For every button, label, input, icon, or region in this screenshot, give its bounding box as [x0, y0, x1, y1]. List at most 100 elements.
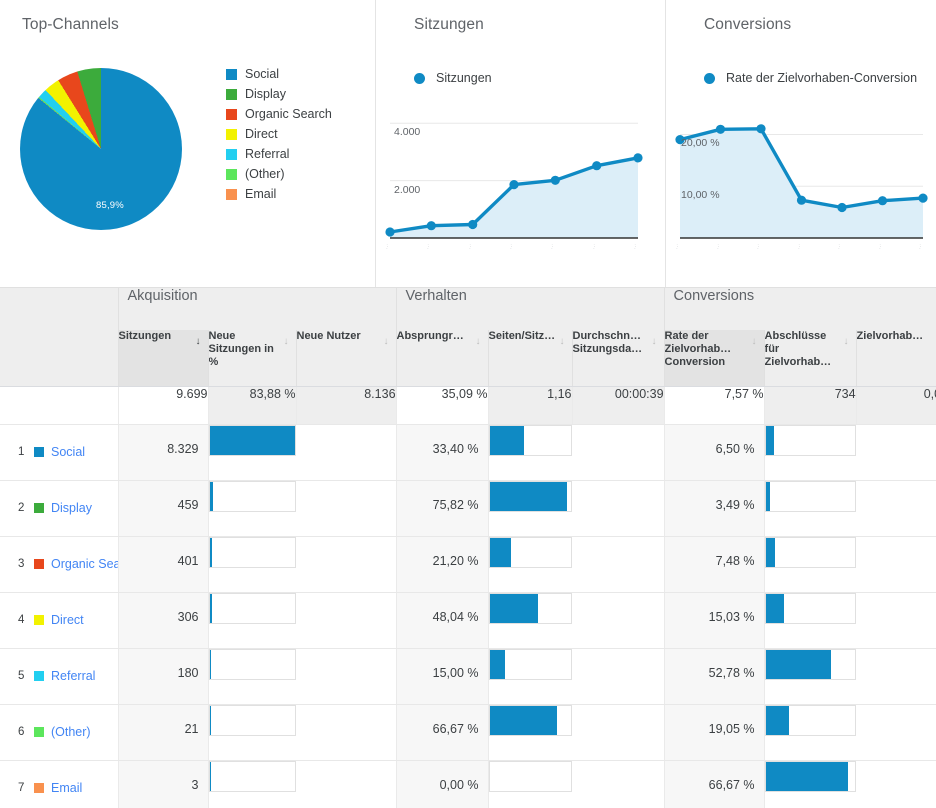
group-akquisition: Akquisition [117, 288, 397, 330]
table-row[interactable]: 7 Email 3 0,00 % 66,67 % [0, 760, 936, 808]
column-header-3[interactable]: Neue Nutzer ↓ [295, 330, 397, 387]
cell-absprungrate-bar-track [489, 536, 573, 568]
sort-arrow-icon[interactable]: ↓ [652, 337, 657, 347]
channel-name-link[interactable]: (Other) [51, 725, 91, 739]
pie-legend-label: (Other) [245, 167, 285, 181]
cell-sitzungsdauer [572, 480, 665, 537]
cell-neue-sitzungen-bar-track [209, 760, 296, 792]
y-axis-tick-label: 4.000 [394, 126, 421, 139]
cell-conversion-rate-bar [763, 424, 857, 481]
table-row[interactable]: 4 Direct 306 48,04 % 15,03 % [0, 592, 936, 649]
pie-legend-label: Social [245, 67, 280, 81]
dimension-wrapper: 5 Referral [10, 649, 118, 704]
column-header-4[interactable]: Absprungr… ↓ [395, 330, 489, 387]
sort-arrow-icon[interactable]: ↓ [476, 337, 481, 347]
cell-sitzungsdauer [572, 704, 665, 761]
channel-name-link[interactable]: Social [51, 445, 85, 459]
row-rank: 5 [18, 670, 25, 682]
pie-chart: 85,9% [20, 68, 182, 230]
channel-name-link[interactable]: Direct [51, 613, 84, 627]
column-header-7[interactable]: Rate der Zielvorhab… Conversion ↓ [663, 330, 765, 387]
pie-legend-item[interactable]: Display [226, 84, 371, 104]
column-header-9[interactable]: Zielvorhab…↓ [855, 330, 936, 387]
table-row[interactable]: 1 Social 8.329 33,40 % 6,50 % [0, 424, 936, 481]
column-header-label: Sitzungen [118, 330, 172, 342]
pie-legend-item[interactable]: Direct [226, 124, 371, 144]
table-column-header-row: Sitzungen ↓ Neue Sitzungen in % ↓ Neue Nutze… [0, 330, 936, 387]
cell-sitzungen: 8.329 [117, 424, 208, 481]
column-header-8[interactable]: Abschlüsse für Zielvorhab… ↓ [763, 330, 857, 387]
row-dimension-cell: 3 Organic Sear [0, 536, 118, 593]
pie-legend-item[interactable]: (Other) [226, 164, 371, 184]
channel-name-link[interactable]: Referral [51, 669, 95, 683]
cell-neue-sitzungen-bar-fill [209, 705, 211, 735]
cell-neue-nutzer [296, 760, 397, 808]
sort-arrow-icon[interactable]: ↓ [752, 337, 757, 347]
cell-absprungrate-bar [487, 480, 573, 537]
sort-arrow-icon[interactable]: ↓ [284, 337, 289, 347]
cell-neue-sitzungen-bar-track [209, 536, 296, 568]
column-header-1[interactable]: Sitzungen ↓ [117, 330, 208, 387]
sessions-area-chart [376, 96, 665, 256]
cell-absprungrate-bar-track [489, 480, 573, 512]
cell-absprungrate-bar-fill [489, 481, 567, 511]
cell-conversion-rate-bar-track [765, 760, 857, 792]
sort-arrow-icon[interactable]: ↓ [196, 337, 201, 347]
row-rank: 7 [18, 782, 25, 794]
pie-legend-item[interactable]: Email [226, 184, 371, 204]
cell-neue-nutzer [296, 424, 397, 481]
cell-absprungrate-bar-fill [489, 537, 512, 567]
legend-swatch-icon [226, 128, 237, 140]
pie-legend-item[interactable]: Organic Search [226, 104, 371, 124]
legend-swatch-icon [226, 88, 237, 100]
pie-legend-label: Display [245, 87, 286, 101]
pie-legend-label: Email [245, 187, 277, 201]
table-row[interactable]: 2 Display 459 75,82 % 3,49 % [0, 480, 936, 537]
cell-conversion-rate-bar-track [765, 536, 857, 568]
channel-name-link[interactable]: Organic Sear [51, 557, 118, 571]
dimension-wrapper: 2 Display [10, 481, 118, 536]
cell-conversion-rate: 3,49 % [663, 480, 765, 537]
cell-neue-sitzungen-bar [207, 648, 296, 705]
channel-color-swatch-icon [34, 559, 44, 569]
row-rank: 2 [18, 502, 25, 514]
cell-neue-nutzer [296, 536, 397, 593]
pie-legend-item[interactable]: Referral [226, 144, 371, 164]
cell-absprungrate-bar-track [489, 424, 573, 456]
sort-arrow-icon[interactable]: ↓ [560, 337, 565, 347]
column-header-label: Durchschn… Sitzungsda… [572, 330, 643, 355]
cell-sitzungen-value: 180 [177, 665, 199, 680]
table-row[interactable]: 3 Organic Sear 401 21,20 % 7,48 % [0, 536, 936, 593]
cell-conversion-rate-value: 3,49 % [715, 497, 755, 512]
table-row[interactable]: 6 (Other) 21 66,67 % 19,05 % [0, 704, 936, 761]
cell-zielvorhaben [856, 536, 936, 593]
cell-zielvorhaben [856, 648, 936, 705]
legend-swatch-icon [226, 168, 237, 180]
channels-table-container[interactable]: Akquisition Verhalten Conversions Sitzun… [0, 288, 936, 808]
sort-arrow-icon[interactable]: ↓ [384, 337, 389, 347]
pie-legend-label: Direct [245, 127, 278, 141]
column-header-label: Rate der Zielvorhab… Conversion [664, 330, 732, 368]
channel-color-swatch-icon [34, 727, 44, 737]
top-channels-card: Top-Channels 85,9% Social Display Organic … [0, 0, 376, 287]
cell-absprungrate-bar [487, 648, 573, 705]
sort-arrow-icon[interactable]: ↓ [844, 337, 849, 347]
table-row[interactable]: 5 Referral 180 15,00 % 52,78 % [0, 648, 936, 705]
column-header-6[interactable]: Durchschn… Sitzungsda… ↓ [571, 330, 665, 387]
pie-legend-item[interactable]: Social [226, 64, 371, 84]
pie-legend-label: Referral [245, 147, 290, 161]
channel-name-link[interactable]: Email [51, 781, 82, 795]
cell-absprungrate: 15,00 % [395, 648, 489, 705]
column-header-2[interactable]: Neue Sitzungen in % ↓ [207, 330, 296, 387]
cell-sitzungsdauer [572, 536, 665, 593]
conversions-legend-label: Rate der Zielvorhaben-Conversion [726, 71, 918, 85]
pie-legend-label: Organic Search [245, 107, 332, 121]
column-header-dimension [0, 330, 118, 387]
cell-neue-sitzungen-bar-fill [209, 761, 211, 791]
cell-absprungrate: 0,00 % [395, 760, 489, 808]
channel-name-link[interactable]: Display [51, 501, 92, 515]
column-header-5[interactable]: Seiten/Sitz… ↓ [487, 330, 573, 387]
column-header-label: Zielvorhab… [856, 330, 924, 342]
cell-sitzungen-value: 21 [184, 721, 199, 736]
cell-conversion-rate-value: 66,67 % [708, 777, 755, 792]
